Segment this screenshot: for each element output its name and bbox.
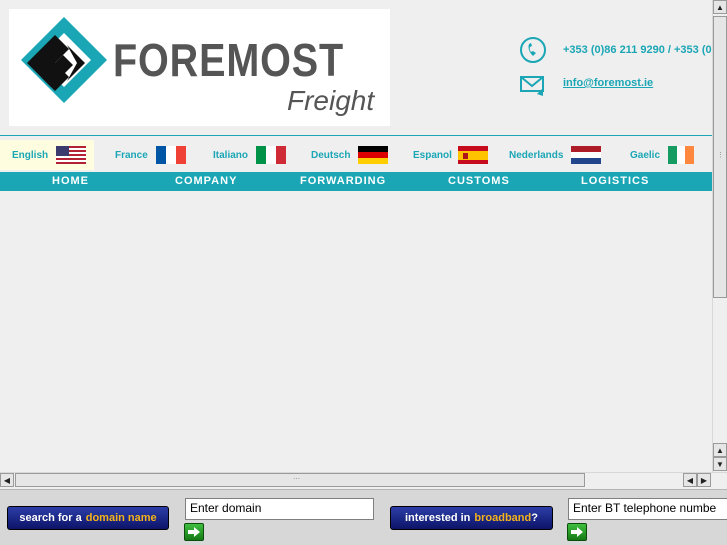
domain-input[interactable]: Enter domain	[185, 498, 374, 520]
domain-go-arrow-icon[interactable]	[184, 523, 204, 541]
lang-english[interactable]: English	[0, 140, 95, 170]
netherlands-flag-icon	[571, 146, 602, 164]
horizontal-scroll-thumb[interactable]: ⋯	[15, 473, 585, 487]
lang-deutsch-label: Deutsch	[311, 149, 351, 161]
lang-gaelic[interactable]: Gaelic	[630, 140, 695, 170]
logo-subtitle: Freight	[287, 85, 375, 116]
logo-mark-icon	[21, 17, 107, 103]
germany-flag-icon	[358, 146, 389, 164]
lang-espanol[interactable]: Espanol	[413, 140, 488, 170]
main-nav: HOME COMPANY FORWARDING CUSTOMS LOGISTIC…	[0, 172, 713, 191]
telephone-input[interactable]: Enter BT telephone numbe	[568, 498, 727, 520]
france-flag-icon	[155, 146, 186, 164]
ireland-flag-icon	[668, 146, 695, 164]
broadband-button[interactable]: interested in broadband ?	[390, 506, 553, 530]
phone-icon	[520, 37, 546, 63]
scroll-left-lower-icon[interactable]: ◀	[683, 473, 697, 487]
italy-flag-icon	[256, 146, 287, 164]
scroll-right-icon[interactable]: ▶	[697, 473, 711, 487]
language-bar: English France Italiano Deutsch Espanol …	[0, 135, 713, 172]
envelope-icon	[520, 76, 544, 96]
logo-title: FOREMOST	[113, 34, 345, 86]
scroll-down-icon[interactable]: ▼	[713, 457, 727, 471]
contact-email-link[interactable]: info@foremost.ie	[563, 77, 653, 89]
lang-france-label: France	[115, 149, 148, 161]
lang-gaelic-label: Gaelic	[630, 149, 661, 161]
nav-home[interactable]: HOME	[52, 175, 89, 187]
nav-customs[interactable]: CUSTOMS	[448, 175, 510, 187]
domain-button-highlight: domain name	[85, 512, 157, 524]
lang-english-label: English	[12, 149, 49, 161]
scroll-left-icon[interactable]: ◀	[0, 473, 14, 487]
domain-search-button[interactable]: search for a domain name	[7, 506, 169, 530]
nav-logistics[interactable]: LOGISTICS	[581, 175, 649, 187]
broadband-button-highlight: broadband	[474, 512, 532, 524]
lang-nederlands[interactable]: Nederlands	[509, 140, 602, 170]
scroll-up-lower-icon[interactable]: ▲	[713, 443, 727, 457]
lang-france[interactable]: France	[115, 140, 186, 170]
spain-flag-icon	[457, 146, 488, 164]
lang-italiano[interactable]: Italiano	[213, 140, 287, 170]
grip-icon: ⋮⋮	[717, 152, 727, 159]
lang-espanol-label: Espanol	[413, 149, 452, 161]
nav-company[interactable]: COMPANY	[175, 175, 237, 187]
lang-deutsch[interactable]: Deutsch	[311, 140, 389, 170]
vertical-scrollbar[interactable]: ▲ ⋮⋮ ▲ ▼	[712, 0, 727, 472]
horizontal-scrollbar[interactable]: ◀ ⋯ ◀ ▶	[0, 472, 727, 487]
broadband-button-suffix: ?	[531, 512, 538, 524]
page: FOREMOST Freight +353 (0)86 211 9290 / +…	[0, 0, 727, 545]
lang-nederlands-label: Nederlands	[509, 149, 564, 161]
broadband-button-prefix: interested in	[405, 512, 471, 524]
domain-button-prefix: search for a	[19, 512, 82, 524]
telephone-go-arrow-icon[interactable]	[567, 523, 587, 541]
contact-phone: +353 (0)86 211 9290 / +353 (0) 1 8	[563, 44, 727, 56]
nav-forwarding[interactable]: FORWARDING	[300, 175, 386, 187]
us-flag-icon	[56, 146, 87, 164]
grip-horizontal-icon: ⋯	[293, 476, 300, 483]
ad-bar: search for a domain name Enter domain in…	[0, 489, 727, 545]
logo[interactable]: FOREMOST Freight	[9, 9, 390, 126]
scroll-up-icon[interactable]: ▲	[713, 0, 727, 14]
lang-italiano-label: Italiano	[213, 149, 249, 161]
vertical-scroll-thumb[interactable]: ⋮⋮	[713, 16, 727, 298]
